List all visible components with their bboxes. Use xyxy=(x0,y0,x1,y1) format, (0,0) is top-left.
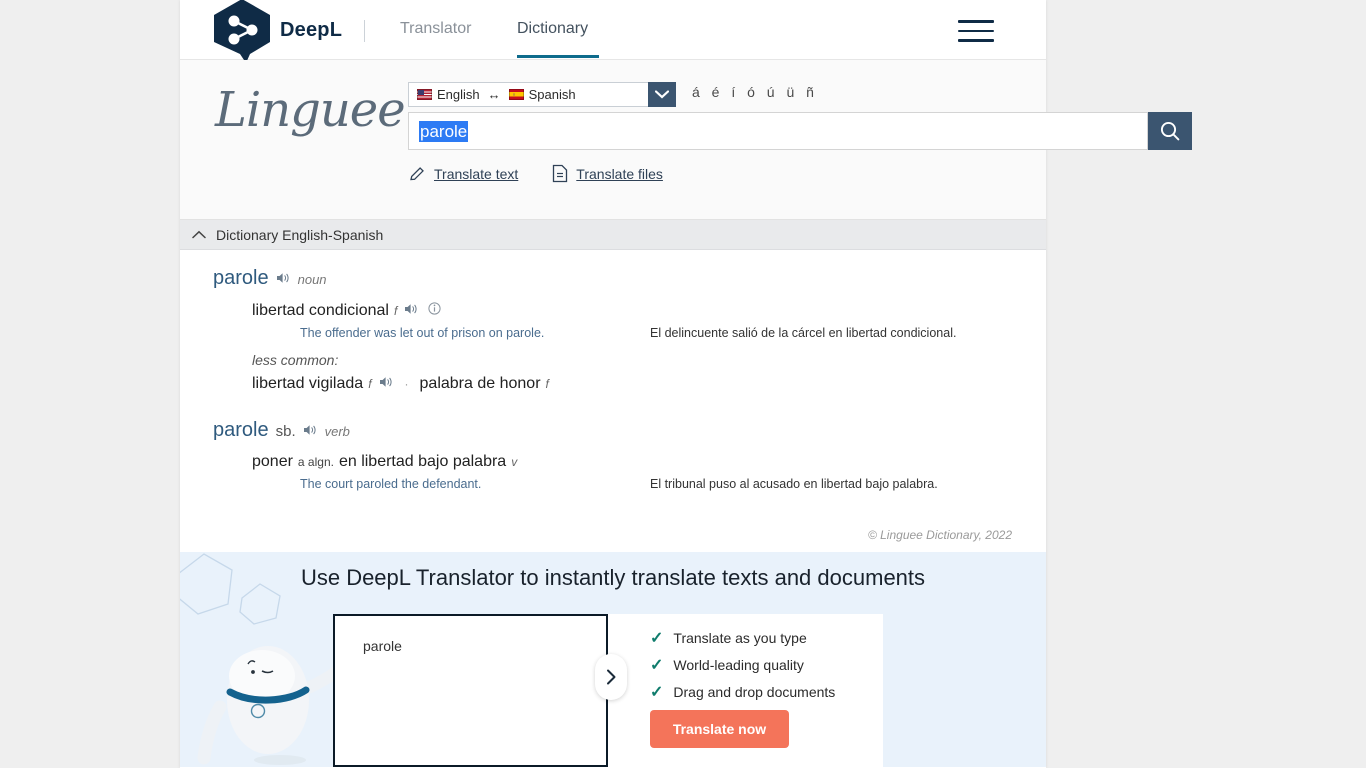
accent-characters[interactable]: á é í ó ú ü ñ xyxy=(692,84,818,100)
promo-feature-label: Drag and drop documents xyxy=(673,684,836,700)
magnifier-icon xyxy=(1160,121,1180,141)
us-flag-icon xyxy=(417,89,432,100)
nav-active-underline xyxy=(517,55,599,58)
speaker-icon[interactable] xyxy=(404,303,419,315)
less-common-label: less common: xyxy=(252,352,339,368)
translation-term-2[interactable]: palabra de honor xyxy=(420,375,541,393)
speaker-icon[interactable] xyxy=(379,376,394,388)
translation-line-less-common-1: libertad vigilada f · palabra de honor f xyxy=(252,375,549,393)
check-icon: ✓ xyxy=(650,630,664,647)
promo-swap-button[interactable] xyxy=(595,654,627,700)
translate-files-link[interactable]: Translate files xyxy=(552,164,663,183)
target-language-label: Spanish xyxy=(528,87,576,102)
entry-headword[interactable]: parole xyxy=(213,267,269,290)
example-source[interactable]: The court paroled the defendant. xyxy=(300,477,481,491)
hamburger-menu-icon[interactable] xyxy=(958,20,994,42)
search-box: parole xyxy=(408,112,1192,150)
dictionary-results: parole noun libertad condicional f The o… xyxy=(180,250,1046,552)
translation-term[interactable]: libertad condicional xyxy=(252,302,389,320)
promo-section: Use DeepL Translator to instantly transl… xyxy=(180,552,1046,767)
chevron-right-icon xyxy=(606,669,615,685)
translation-gender: f xyxy=(393,304,398,318)
translation-term-rest[interactable]: en libertad bajo palabra xyxy=(339,453,506,471)
chevron-down-icon[interactable] xyxy=(648,82,676,107)
translate-files-label: Translate files xyxy=(576,165,663,182)
translation-gender: f xyxy=(368,377,372,391)
dictionary-entry: parole sb. verb xyxy=(213,419,350,442)
source-language-label: English xyxy=(437,87,480,102)
page-root: DeepL Translator Dictionary Linguee Engl… xyxy=(0,0,1366,768)
document-icon xyxy=(553,164,568,183)
translation-line: libertad condicional f xyxy=(252,302,441,320)
dictionary-section-header[interactable]: Dictionary English-Spanish xyxy=(180,220,1046,250)
promo-source-text: parole xyxy=(363,638,402,654)
top-navigation-bar: DeepL Translator Dictionary xyxy=(180,0,1046,63)
es-flag-icon xyxy=(508,89,524,100)
entry-part-of-speech: noun xyxy=(297,272,327,287)
search-input[interactable] xyxy=(408,112,1148,150)
term-separator: · xyxy=(404,377,409,391)
entry-headword-complement: sb. xyxy=(275,423,296,440)
chevron-down-svg xyxy=(655,90,669,99)
translate-links: Translate text Translate files xyxy=(408,164,663,183)
promo-feature-label: World-leading quality xyxy=(673,657,804,673)
translation-term[interactable]: poner xyxy=(252,453,293,471)
example-target: El delincuente salió de la cárcel en lib… xyxy=(650,326,957,340)
promo-source-textarea[interactable]: parole xyxy=(333,614,608,767)
promo-features-panel: ✓ Translate as you type ✓ World-leading … xyxy=(608,614,883,767)
linguee-logo[interactable]: Linguee xyxy=(215,82,406,138)
dictionary-header-label: Dictionary English-Spanish xyxy=(216,226,384,243)
promo-feature-label: Translate as you type xyxy=(673,630,807,646)
brand-label: DeepL xyxy=(280,19,343,41)
translation-term[interactable]: libertad vigilada xyxy=(252,375,363,393)
nav-item-translator[interactable]: Translator xyxy=(400,20,471,38)
deepl-logo-icon[interactable] xyxy=(210,0,274,64)
promo-feature-1: ✓ Translate as you type xyxy=(650,628,807,648)
translate-text-label: Translate text xyxy=(434,165,519,182)
pencil-icon xyxy=(410,166,424,180)
entry-headword[interactable]: parole xyxy=(213,419,269,442)
speaker-icon[interactable] xyxy=(276,272,291,284)
translation-gender: v xyxy=(511,455,518,469)
language-pair-selector[interactable]: English ↔ Spanish xyxy=(408,82,676,107)
translation-term-qualifier: a algn. xyxy=(297,455,334,469)
dictionary-copyright: © Linguee Dictionary, 2022 xyxy=(867,528,1012,542)
deepl-logo-svg xyxy=(214,0,270,63)
nav-item-dictionary[interactable]: Dictionary xyxy=(517,20,588,38)
entry-headword-row: parole sb. verb xyxy=(213,419,350,442)
language-pair-label: English ↔ Spanish xyxy=(409,87,576,102)
entry-part-of-speech: verb xyxy=(324,424,350,439)
check-icon: ✓ xyxy=(650,684,664,701)
example-source[interactable]: The offender was let out of prison on pa… xyxy=(300,326,544,340)
entry-headword-row: parole noun xyxy=(213,267,327,290)
promo-feature-3: ✓ Drag and drop documents xyxy=(650,682,835,702)
translate-now-button[interactable]: Translate now xyxy=(650,710,789,748)
promo-feature-2: ✓ World-leading quality xyxy=(650,655,804,675)
translation-gender-2: f xyxy=(545,377,549,391)
nav-divider xyxy=(364,20,365,42)
example-target: El tribunal puso al acusado en libertad … xyxy=(650,477,938,491)
speaker-icon[interactable] xyxy=(303,424,318,436)
dictionary-entry: parole noun xyxy=(213,267,327,290)
swap-languages-icon[interactable]: ↔ xyxy=(485,87,504,102)
content-column: DeepL Translator Dictionary Linguee Engl… xyxy=(180,0,1192,768)
translation-line: poner a algn. en libertad bajo palabra v xyxy=(252,453,517,471)
search-section: Linguee English ↔ Spanish á é í ó ú ü ñ xyxy=(180,60,1192,220)
search-button[interactable] xyxy=(1148,112,1192,150)
promo-title: Use DeepL Translator to instantly transl… xyxy=(300,565,926,590)
translate-text-link[interactable]: Translate text xyxy=(408,165,518,183)
info-icon[interactable] xyxy=(428,302,441,315)
check-icon: ✓ xyxy=(650,657,664,674)
chevron-up-icon[interactable] xyxy=(192,230,206,239)
